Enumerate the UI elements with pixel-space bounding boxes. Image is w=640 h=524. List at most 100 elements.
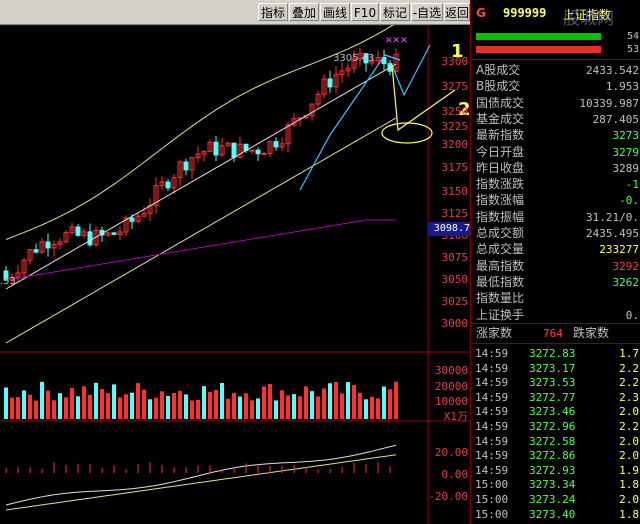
indicator-button[interactable]: 指标	[258, 3, 288, 21]
breadth-row: 涨家数 764 跌家数	[471, 325, 640, 342]
stat-row: 指数量比	[471, 290, 640, 307]
volume-bar	[280, 390, 284, 419]
watchlist-button[interactable]: -自选	[411, 3, 443, 21]
tick-volume: 2.0	[619, 405, 639, 419]
ma-purple-line	[5, 219, 396, 281]
axis-tick: 3300	[441, 55, 469, 68]
tick-price: 3273.46	[529, 405, 576, 419]
tick-row: 14:59 3273.17 2.2	[471, 361, 640, 377]
stat-row: B股成交 1.953	[471, 78, 640, 95]
tick-price: 3273.24	[529, 493, 576, 506]
tick-time: 14:59	[475, 449, 509, 463]
candle-body	[33, 249, 39, 253]
volume-bar	[214, 389, 218, 419]
rise-label: 涨家数	[476, 326, 513, 340]
candle-body	[255, 149, 261, 155]
volume-bar	[106, 393, 110, 419]
candle-body	[231, 142, 237, 158]
volume-bar	[52, 400, 56, 419]
tick-price: 3273.40	[529, 507, 576, 521]
volume-axis-tick: 30000	[434, 364, 468, 377]
volume-bar	[220, 382, 224, 419]
kline-chart[interactable]: 3305.43 .53 1 2 ✕✕✕	[0, 25, 470, 524]
stat-label: 上证换手	[476, 307, 525, 322]
volume-bar	[316, 396, 320, 419]
quote-header: G 999999 上证指数 股城网	[471, 4, 640, 29]
f10-button[interactable]: F10	[351, 3, 379, 21]
highlight-ellipse	[381, 122, 433, 144]
overlay-button[interactable]: 叠加	[289, 3, 319, 21]
volume-bar	[292, 394, 296, 419]
stat-label: 指数振幅	[476, 209, 525, 224]
volume-bar	[88, 394, 92, 419]
volume-bar	[130, 392, 134, 419]
stat-value: 0.	[625, 308, 639, 322]
volume-bar	[124, 394, 128, 419]
sell-strength-bar	[476, 46, 601, 53]
axis-tick: 3175	[441, 161, 469, 174]
stat-label: 指数量比	[476, 291, 525, 306]
axis-tick: 3200	[441, 138, 469, 151]
stat-value: 3289	[612, 161, 640, 175]
tick-time: 15:00	[475, 478, 509, 492]
back-button[interactable]: 返回	[444, 3, 470, 21]
buy-strength-bar	[476, 33, 601, 40]
stat-value: -0.	[619, 194, 639, 208]
volume-bar	[268, 383, 272, 419]
candle-body	[111, 232, 117, 235]
stat-row: 总成交量 233277	[471, 241, 640, 258]
volume-bar	[70, 387, 74, 419]
draw-line-button[interactable]: 画线	[320, 3, 350, 21]
tick-row: 15:00 3273.40 1.8	[471, 507, 640, 523]
tick-time: 14:59	[475, 420, 509, 433]
tick-price: 3272.96	[529, 420, 576, 433]
candle-body	[183, 161, 189, 171]
indicator-line-2	[5, 454, 397, 511]
volume-bar	[112, 384, 116, 419]
volume-bar	[82, 386, 86, 419]
volume-bar	[196, 399, 200, 419]
stat-row: 最高指数 3292	[471, 258, 640, 275]
tick-volume: 2.0	[619, 434, 639, 448]
indicator-line-1	[5, 444, 397, 506]
indicator-axis-tick: 0.00	[441, 468, 469, 481]
stat-label: 最新指数	[476, 128, 525, 143]
stat-label: 总成交量	[476, 242, 525, 257]
tick-time: 14:59	[475, 347, 509, 360]
volume-bar	[262, 386, 266, 419]
volume-bar	[298, 396, 302, 419]
tick-row: 14:59 3272.83 1.7	[471, 346, 640, 362]
stat-row: 今日开盘 3279	[471, 144, 640, 161]
volume-bar	[244, 393, 248, 419]
stat-row: 指数振幅 31.21/0.	[471, 209, 640, 226]
volume-bar	[226, 398, 230, 419]
volume-bar	[46, 390, 50, 419]
axis-tick: 3250	[441, 105, 469, 118]
candlestick-series	[3, 47, 399, 285]
stat-row: A股成交 2433.542	[471, 62, 640, 79]
volume-bar	[256, 398, 260, 419]
tick-price: 3272.86	[529, 449, 576, 463]
indicator-panel	[5, 444, 397, 511]
indicator-axis-tick: 20.00	[434, 446, 468, 459]
volume-bar	[364, 399, 368, 419]
tick-time: 15:00	[475, 493, 509, 506]
candle-body	[75, 226, 81, 236]
stat-label: 基金成交	[476, 111, 525, 126]
volume-bar	[394, 381, 398, 419]
volume-bar	[334, 382, 338, 419]
mark-button[interactable]: 标记	[380, 3, 410, 21]
candle-body	[261, 152, 267, 155]
stat-value: 3262	[612, 275, 640, 289]
trend-arrow-up	[299, 54, 401, 191]
stat-row: 最低指数 3262	[471, 274, 640, 291]
boll-lower-line	[5, 117, 397, 344]
volume-bar	[28, 394, 32, 419]
symbol-code: 999999	[503, 6, 547, 20]
volume-bars	[4, 381, 398, 419]
volume-bar	[328, 383, 332, 419]
price-axis: 3300 3275 3250 3225 3200 3175 3150 3125 …	[428, 25, 470, 524]
candle-body	[129, 217, 135, 222]
tick-row: 15:00 3273.34 1.8	[471, 477, 640, 493]
volume-bar	[148, 399, 152, 419]
